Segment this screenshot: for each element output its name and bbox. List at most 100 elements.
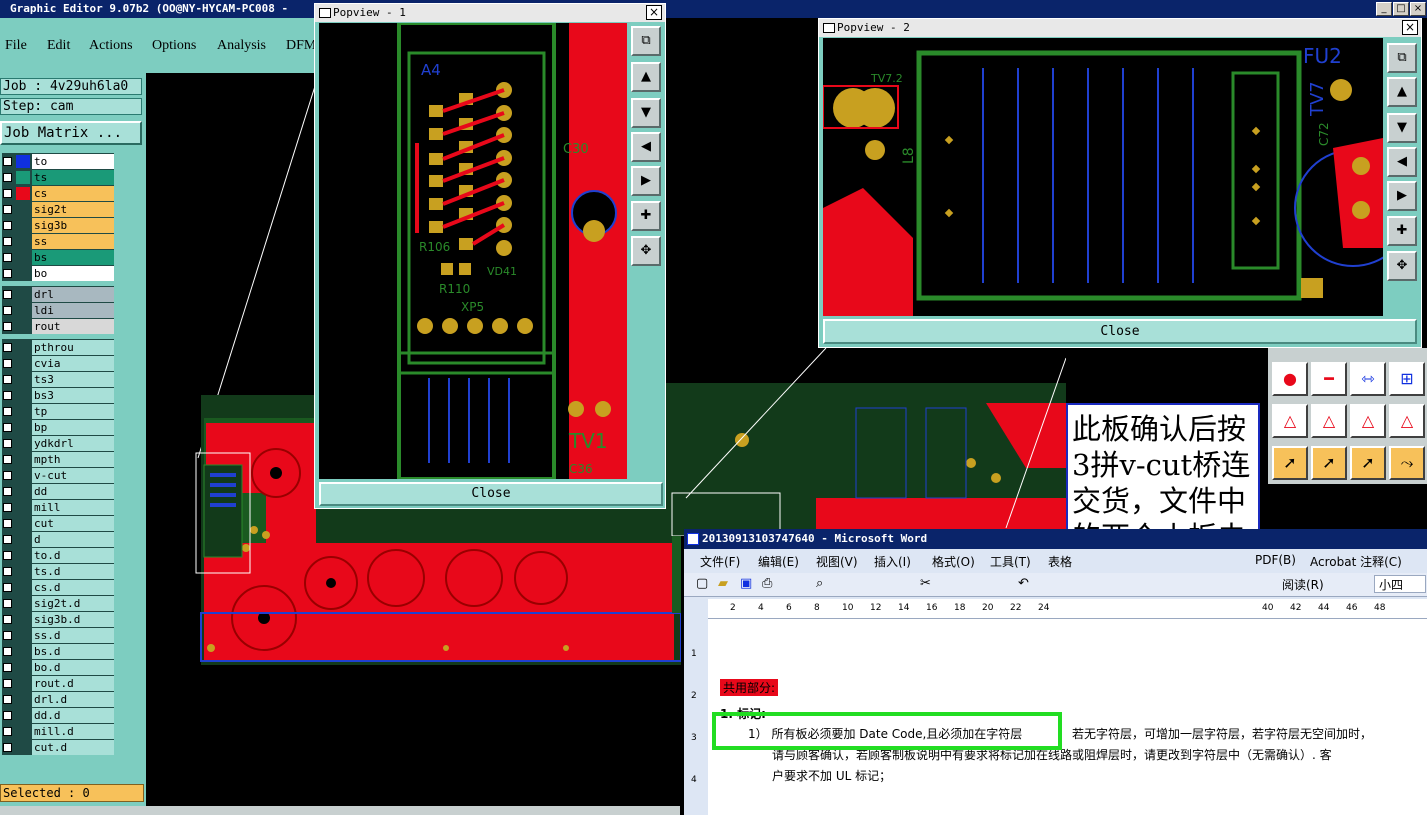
layer-row[interactable]: cvia (2, 356, 114, 371)
layer-name[interactable]: ydkdrl (32, 436, 114, 451)
layer-checkbox[interactable] (3, 727, 12, 736)
layer-color-swatch[interactable] (16, 693, 30, 706)
layer-row[interactable]: bs (2, 250, 114, 265)
snap-tool-icon[interactable]: ● (1272, 362, 1308, 396)
popview-2-close-button[interactable]: Close (823, 319, 1417, 344)
layer-checkbox[interactable] (3, 647, 12, 656)
open-folder-icon[interactable]: ▰ (718, 576, 728, 591)
font-size-select[interactable]: 小四 (1374, 575, 1426, 593)
layer-row[interactable]: pthrou (2, 340, 114, 355)
new-doc-icon[interactable]: ▢ (696, 576, 708, 591)
preview-icon[interactable]: ⌕ (816, 576, 823, 591)
layer-name[interactable]: v-cut (32, 468, 114, 483)
layer-color-swatch[interactable] (16, 613, 30, 626)
measure-line-icon[interactable]: ━ (1311, 362, 1347, 396)
layer-name[interactable]: ldi (32, 303, 114, 318)
layer-checkbox[interactable] (3, 269, 12, 278)
layer-name[interactable]: ts (32, 170, 114, 185)
layer-checkbox[interactable] (3, 189, 12, 198)
menu-actions[interactable]: Actions (89, 38, 133, 54)
layer-color-swatch[interactable] (16, 288, 30, 301)
layer-name[interactable]: cvia (32, 356, 114, 371)
layer-name[interactable]: sig3b (32, 218, 114, 233)
zoom-fit-icon[interactable]: ⧉ (631, 26, 661, 56)
layer-name[interactable]: cut.d (32, 740, 114, 755)
layer-row[interactable]: v-cut (2, 468, 114, 483)
zoom-out-icon[interactable]: ✥ (1387, 251, 1417, 281)
layer-name[interactable]: ts.d (32, 564, 114, 579)
word-menu-insert[interactable]: 插入(I) (874, 553, 911, 570)
menu-edit[interactable]: Edit (47, 38, 70, 54)
layer-row[interactable]: dd.d (2, 708, 114, 723)
layer-name[interactable]: mill.d (32, 724, 114, 739)
word-menu-table[interactable]: 表格 (1048, 553, 1072, 570)
layer-row[interactable]: sig2t (2, 202, 114, 217)
layer-checkbox[interactable] (3, 306, 12, 315)
layer-name[interactable]: sig2t.d (32, 596, 114, 611)
layer-row[interactable]: cut.d (2, 740, 114, 755)
layer-color-swatch[interactable] (16, 267, 30, 280)
layer-name[interactable]: bo (32, 266, 114, 281)
layer-checkbox[interactable] (3, 679, 12, 688)
layer-name[interactable]: to.d (32, 548, 114, 563)
layer-color-swatch[interactable] (16, 597, 30, 610)
select-pointer-3-icon[interactable]: ➚ (1350, 446, 1386, 480)
layer-name[interactable]: pthrou (32, 340, 114, 355)
layer-name[interactable]: ts3 (32, 372, 114, 387)
menu-dfm[interactable]: DFM (286, 38, 316, 54)
word-menu-pdf[interactable]: PDF(B) (1255, 553, 1296, 567)
layer-row[interactable]: drl (2, 287, 114, 302)
pan-up-icon[interactable]: ▲ (631, 62, 661, 92)
layer-checkbox[interactable] (3, 407, 12, 416)
zoom-in-icon[interactable]: ✚ (1387, 216, 1417, 246)
layer-color-swatch[interactable] (16, 203, 30, 216)
layer-checkbox[interactable] (3, 173, 12, 182)
layer-row[interactable]: rout.d (2, 676, 114, 691)
layer-name[interactable]: dd.d (32, 708, 114, 723)
layer-name[interactable]: bs (32, 250, 114, 265)
maximize-button[interactable]: □ (1393, 2, 1409, 16)
layer-color-swatch[interactable] (16, 373, 30, 386)
layer-name[interactable]: mill (32, 500, 114, 515)
layer-checkbox[interactable] (3, 631, 12, 640)
layer-row[interactable]: bo.d (2, 660, 114, 675)
layer-color-swatch[interactable] (16, 171, 30, 184)
select-pointer-icon[interactable]: ➚ (1272, 446, 1308, 480)
layer-color-swatch[interactable] (16, 565, 30, 578)
area-tool-3-icon[interactable]: △ (1350, 404, 1386, 438)
word-window[interactable]: 20130913103747640 - Microsoft Word 文件(F)… (684, 529, 1427, 815)
zoom-out-icon[interactable]: ✥ (631, 236, 661, 266)
popview-2-canvas[interactable]: FU2 TV7 TV7.2 L8 C72 (823, 38, 1383, 316)
popview-2-close-x[interactable]: × (1402, 20, 1418, 35)
layer-name[interactable]: cut (32, 516, 114, 531)
layer-row[interactable]: ss (2, 234, 114, 249)
layer-name[interactable]: cs.d (32, 580, 114, 595)
layer-color-swatch[interactable] (16, 485, 30, 498)
layer-color-swatch[interactable] (16, 453, 30, 466)
zoom-fit-icon[interactable]: ⧉ (1387, 43, 1417, 73)
popview-2-window[interactable]: Popview - 2 × FU2 TV7 TV7.2 L8 C72 ⧉ ▲ ▼… (818, 18, 1422, 348)
layer-color-swatch[interactable] (16, 187, 30, 200)
layer-checkbox[interactable] (3, 519, 12, 528)
layer-row[interactable]: ts3 (2, 372, 114, 387)
pan-left-icon[interactable]: ◀ (1387, 147, 1417, 177)
read-mode-button[interactable]: 阅读(R) (1282, 576, 1324, 593)
layer-row[interactable]: bp (2, 420, 114, 435)
minimize-button[interactable]: _ (1376, 2, 1392, 16)
layer-row[interactable]: dd (2, 484, 114, 499)
layer-color-swatch[interactable] (16, 155, 30, 168)
layer-row[interactable]: d (2, 532, 114, 547)
layer-color-swatch[interactable] (16, 320, 30, 333)
layer-name[interactable]: d (32, 532, 114, 547)
area-tool-icon[interactable]: △ (1272, 404, 1308, 438)
area-tool-4-icon[interactable]: △ (1389, 404, 1425, 438)
horizontal-ruler[interactable]: 2 4 6 8 10 12 14 16 18 20 22 24 40 42 44 46 48 (708, 599, 1427, 619)
pan-down-icon[interactable]: ▼ (1387, 113, 1417, 143)
layer-row[interactable]: mpth (2, 452, 114, 467)
layer-name[interactable]: ss (32, 234, 114, 249)
layer-checkbox[interactable] (3, 439, 12, 448)
layer-row[interactable]: drl.d (2, 692, 114, 707)
pan-up-icon[interactable]: ▲ (1387, 77, 1417, 107)
word-menu-view[interactable]: 视图(V) (816, 553, 858, 570)
word-menu-edit[interactable]: 编辑(E) (758, 553, 799, 570)
